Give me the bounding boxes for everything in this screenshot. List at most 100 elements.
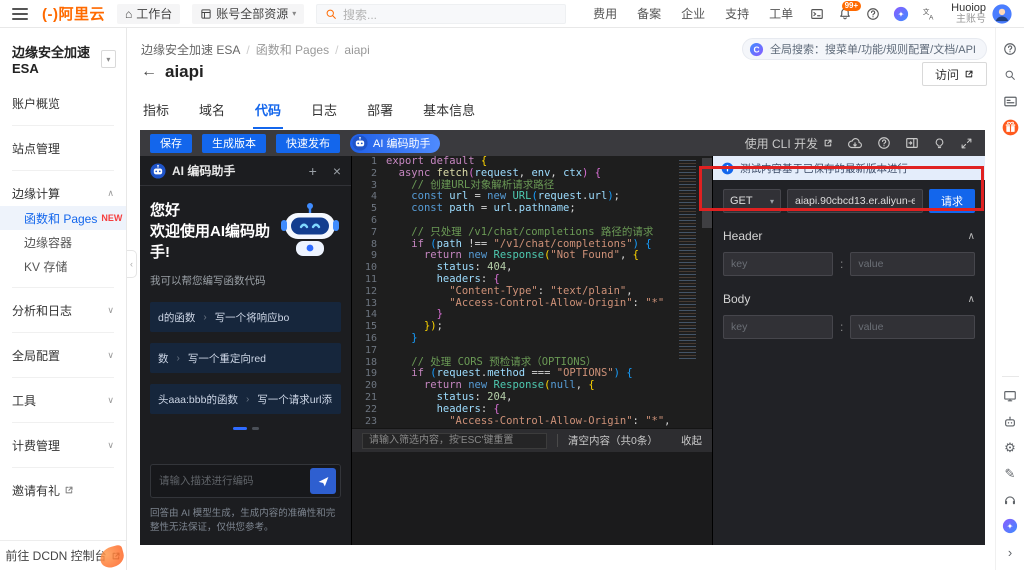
console-filter-input[interactable] [362,433,547,449]
settings-gear-icon[interactable]: ⚙ [1000,438,1020,458]
editor-help-icon[interactable] [877,136,891,150]
visit-button[interactable]: 访问 [922,62,987,86]
ai-assistant-icon[interactable]: ✦ [1000,516,1020,536]
clear-console-button[interactable]: 清空内容（共0条） [568,433,658,448]
hamburger-menu-icon[interactable] [12,8,28,20]
header-kv-row: : [723,252,975,276]
carousel-dots[interactable] [150,427,341,430]
ai-assistant-panel: AI 编码助手 + × 您好 欢迎使用AI编码助手! 我可以帮您编写函数代码 d… [140,156,352,545]
topbar-link-支持[interactable]: 支持 [715,7,759,21]
sidebar-item-边缘容器[interactable]: 边缘容器 [0,230,126,254]
support-headset-icon[interactable] [1000,490,1020,510]
back-button[interactable]: ← [141,64,157,80]
topbar-link-企业[interactable]: 企业 [671,7,715,21]
help-icon[interactable] [1000,39,1020,59]
create-version-button[interactable]: 生成版本 [202,134,266,153]
code-line[interactable]: const path = url.pathname; [386,203,676,215]
new-chat-button[interactable]: + [309,164,317,178]
sidebar-item-邀请有礼[interactable]: 邀请有礼 [0,477,126,503]
ai-subtitle: 我可以帮您编写函数代码 [150,273,341,288]
product-switcher-button[interactable]: ▾ [101,50,116,68]
tab-部署[interactable]: 部署 [365,94,395,129]
sidebar-collapse-handle[interactable]: ‹ [127,250,137,278]
external-link-icon [64,485,74,495]
collapse-right-icon[interactable]: › [1000,542,1020,562]
cloud-download-icon[interactable] [847,137,863,150]
docs-card-icon[interactable] [1000,91,1020,111]
language-icon[interactable]: 文A [915,0,943,28]
ai-suggestion-card[interactable]: 头aaa:bbb的函数›写一个请求url添 [150,384,341,414]
body-key-input[interactable] [723,315,833,339]
ai-suggestion-card[interactable]: 数›写一个重定向red [150,343,341,373]
tab-指标[interactable]: 指标 [141,94,171,129]
sidebar-item-分析和日志[interactable]: 分析和日志∨ [0,297,126,323]
body-value-input[interactable] [850,315,975,339]
lightbulb-icon[interactable] [933,137,946,150]
sidebar-item-站点管理[interactable]: 站点管理 [0,135,126,161]
cli-develop-link[interactable]: 使用 CLI 开发 [745,135,833,152]
sidebar-item-计费管理[interactable]: 计费管理∨ [0,432,126,458]
gift-icon[interactable] [1000,117,1020,137]
request-button[interactable]: 请求 [929,189,975,213]
header-key-input[interactable] [723,252,833,276]
method-select[interactable]: GET ▾ [723,189,781,213]
request-url-input[interactable] [787,189,923,213]
all-resources-button[interactable]: 账号全部资源▾ [192,4,304,24]
sidebar-item-函数和 Pages[interactable]: 函数和 PagesNEW [0,206,126,230]
code-line[interactable]: } [386,333,676,345]
minimap[interactable] [676,156,702,428]
ai-prompt-input[interactable] [159,475,304,487]
ai-coding-assistant-button[interactable]: AI 编码助手 [350,134,440,153]
edit-pencil-icon[interactable]: ✎ [1000,464,1020,484]
breadcrumb-segment[interactable]: 函数和 Pages [256,43,329,57]
send-button[interactable] [310,468,336,494]
help-icon[interactable] [859,0,887,28]
breadcrumb-segment[interactable]: 边缘安全加速 ESA [141,43,240,57]
tab-域名[interactable]: 域名 [197,94,227,129]
sidebar-item-工具[interactable]: 工具∨ [0,387,126,413]
collapse-console-button[interactable]: 收起 [681,433,702,448]
workbench-button[interactable]: ⌂工作台 [117,4,180,24]
breadcrumb[interactable]: 边缘安全加速 ESA/函数和 Pages/aiapi [141,41,370,58]
quick-publish-button[interactable]: 快速发布 [276,134,340,153]
chevron-up-icon[interactable]: ∧ [968,231,975,242]
global-search-pill[interactable]: C 全局搜索：搜菜单/功能/规则配置/文档/API [742,38,987,60]
fullscreen-icon[interactable] [960,137,973,150]
ai-assistant-icon[interactable]: ✦ [887,0,915,28]
topbar-link-工单[interactable]: 工单 [759,7,803,21]
global-topbar-search[interactable]: 搜索... [316,4,566,24]
header-value-input[interactable] [850,252,975,276]
robot-helper-icon[interactable] [1000,412,1020,432]
avatar[interactable] [992,4,1012,24]
feedback-monitor-icon[interactable] [1000,386,1020,406]
sidebar-item-KV 存储[interactable]: KV 存储 [0,254,126,278]
dcdn-console-link[interactable]: 前往 DCDN 控制台 [0,540,126,570]
chevron-up-icon[interactable]: ∧ [968,294,975,305]
search-icon [325,8,337,20]
terminal-icon[interactable] [803,0,831,28]
sidebar-divider [12,332,114,333]
aliyun-logo[interactable]: (-)阿里云 [42,3,105,24]
tab-基本信息[interactable]: 基本信息 [421,94,477,129]
svg-text:✦: ✦ [898,10,905,19]
resources-icon [200,8,212,20]
close-icon[interactable]: × [333,164,341,178]
code-line[interactable]: "Access-Control-Allow-Origin": "*", [386,416,676,428]
tab-日志[interactable]: 日志 [309,94,339,129]
panel-toggle-icon[interactable] [905,136,919,150]
tab-代码[interactable]: 代码 [253,94,283,129]
code-content[interactable]: export default { async fetch(request, en… [386,156,676,428]
save-button[interactable]: 保存 [150,134,192,153]
topbar-link-备案[interactable]: 备案 [627,7,671,21]
search-icon[interactable] [1000,65,1020,85]
vertical-scrollbar[interactable] [702,156,712,428]
ai-suggestion-card[interactable]: d的函数›写一个将响应bo [150,302,341,332]
sidebar-item-边缘计算[interactable]: 边缘计算∧ [0,180,126,206]
sidebar-item-账户概览[interactable]: 账户概览 [0,90,126,116]
sidebar-item-全局配置[interactable]: 全局配置∨ [0,342,126,368]
debug-notice: 测试内容基于已保存的最新版本进行 [713,156,985,180]
topbar-link-费用[interactable]: 费用 [583,7,627,21]
code-line[interactable]: }); [386,321,676,333]
notifications-bell-icon[interactable]: 99+ [831,0,859,28]
user-info[interactable]: Huoiop 主账号 [951,3,986,25]
